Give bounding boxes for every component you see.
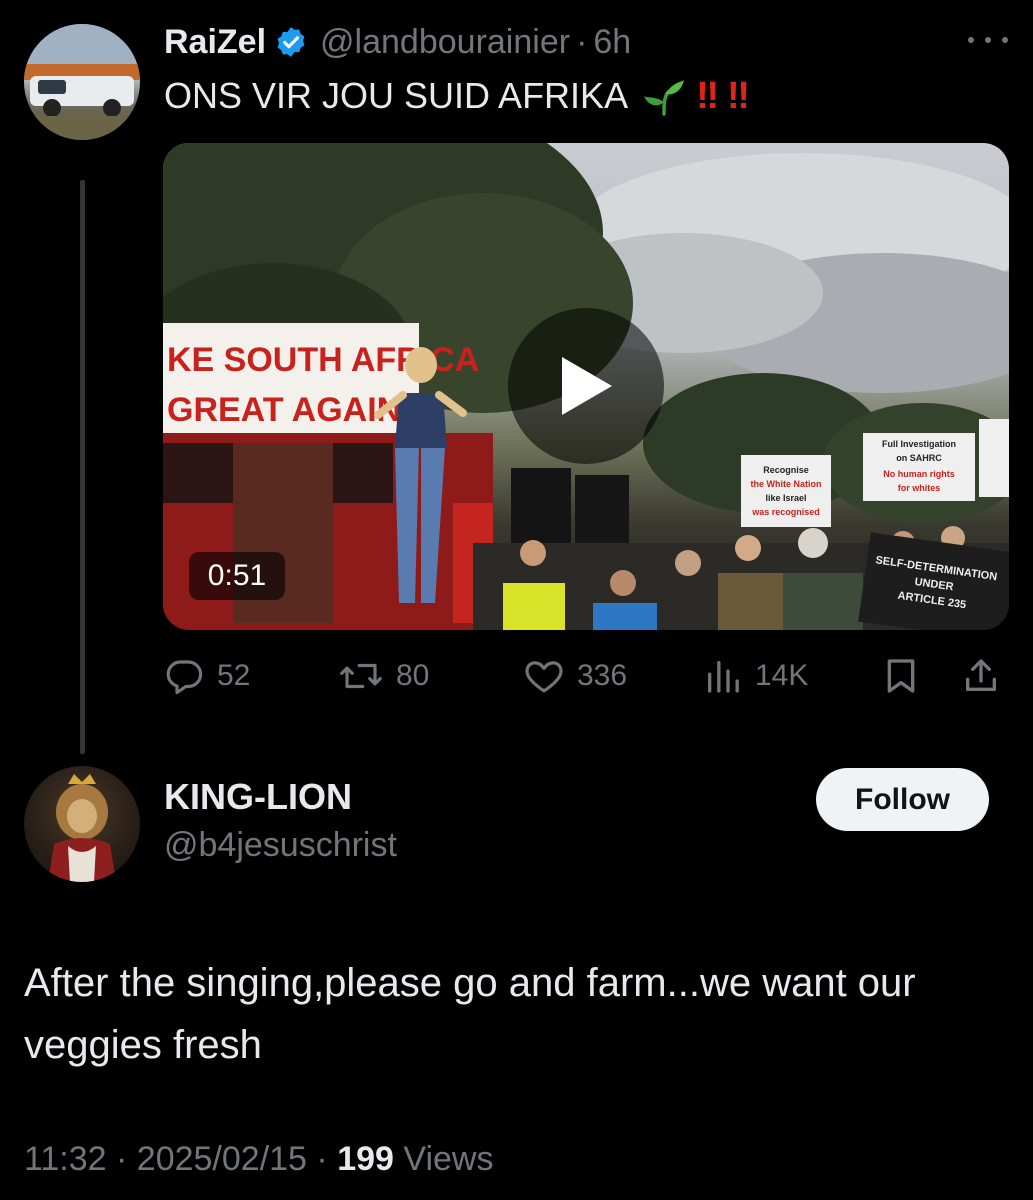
bookmark-action[interactable] [881,648,933,704]
tweet-header: RaiZel @landbourainier · 6h [164,20,631,64]
tweet-views-label: Views [403,1140,494,1178]
play-icon [562,357,612,415]
sign-1-line-2: the White Nation [751,479,822,489]
double-exclamation-emoji: ‼ [727,74,750,117]
avatar-truck-image [24,24,140,140]
author-name[interactable]: RaiZel [164,23,266,62]
reply-author-avatar[interactable] [24,766,140,882]
video-player[interactable]: KE SOUTH AFRICA GREAT AGAIN Recognise th… [163,143,1009,630]
sign-2-line-4: for whites [898,483,941,493]
tweet-text-content: ONS VIR JOU SUID AFRIKA [164,75,629,116]
play-button[interactable] [508,308,664,464]
tweet-meta: 11:32 · 2025/02/15 · 199 Views [24,1140,493,1179]
follow-button[interactable]: Follow [816,768,989,831]
author-handle[interactable]: @landbourainier [320,23,570,62]
double-exclamation-emoji: ‼ [696,74,719,117]
views-action[interactable]: 14K [703,648,808,704]
reply-action[interactable]: 52 [163,648,250,704]
reply-icon [166,660,203,695]
tweet-text: ONS VIR JOU SUID AFRIKA ‼ ‼ [164,70,750,122]
tweet-actions-bar: 52 80 336 14K [163,648,1009,704]
repost-count: 80 [396,659,430,692]
sign-1-line-4: was recognised [751,507,820,517]
separator-dot: · [576,22,588,61]
separator-dot: · [316,1140,328,1178]
tweet-views-count[interactable]: 199 [337,1140,394,1178]
share-action[interactable] [961,648,1013,704]
sign-1-line-3: like Israel [765,493,806,503]
tweet-time[interactable]: 6h [593,23,631,62]
reply-author-handle[interactable]: @b4jesuschrist [164,826,397,865]
reply-tweet-text: After the singing,please go and farm...w… [24,961,916,1067]
banner-line-2: GREAT AGAIN [167,391,401,429]
like-count: 336 [577,659,628,692]
analytics-icon [708,661,739,693]
views-count: 14K [755,659,809,692]
sign-2-line-1: Full Investigation [882,439,956,449]
seedling-emoji [642,76,686,116]
author-avatar[interactable] [24,24,140,140]
video-duration: 0:51 [189,552,285,600]
avatar-lion-king-image [48,774,116,882]
separator-dot: · [116,1140,128,1178]
repost-action[interactable]: 80 [338,648,429,704]
sign-2-line-2: on SAHRC [896,453,942,463]
like-action[interactable]: 336 [523,648,627,704]
share-icon [966,659,996,691]
heart-icon [525,661,563,693]
verified-badge-icon [277,27,305,57]
bookmark-icon [887,659,915,693]
sign-1-line-1: Recognise [763,465,809,475]
thread-connector-line [80,180,85,754]
reply-count: 52 [217,659,251,692]
tweet-timestamp-date[interactable]: 2025/02/15 [137,1140,307,1178]
repost-icon [340,663,382,689]
reply-author-name[interactable]: KING-LION [164,776,352,818]
more-options-icon[interactable] [968,20,1008,60]
sign-2-line-3: No human rights [883,469,955,479]
tweet-timestamp-time[interactable]: 11:32 [24,1140,107,1178]
